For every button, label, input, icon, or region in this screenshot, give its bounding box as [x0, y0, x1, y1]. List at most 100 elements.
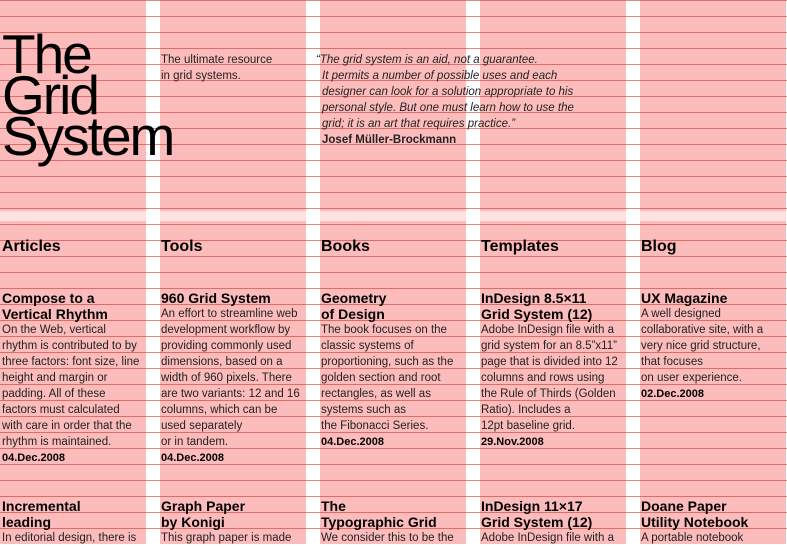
entry-title-line: UX Magazine	[641, 290, 728, 306]
section-title[interactable]: Articles	[2, 236, 152, 258]
entry-description: An effort to streamline web development w…	[161, 306, 311, 450]
entry-title-line: Graph Paper	[161, 498, 246, 514]
entry-title-link[interactable]: InDesign 8.5×11 Grid System (12)	[481, 290, 631, 322]
entry-text-line: golden section and root	[321, 372, 441, 384]
entry-title-line: by Konigi	[161, 514, 225, 530]
entry-text-line: columns, which can be	[161, 404, 278, 416]
entry-text-line: are two variants: 12 and 16	[161, 388, 300, 400]
tagline-line: in grid systems.	[161, 70, 241, 82]
quote-line: It permits a number of possible uses and…	[322, 70, 558, 82]
entry: 960 Grid System An effort to streamline w…	[161, 290, 311, 466]
entry-title-link[interactable]: 960 Grid System	[161, 290, 311, 306]
entry-text-line: providing commonly used	[161, 340, 292, 352]
entry-title-line: The	[321, 498, 346, 514]
entry: InDesign 11×17 Grid System (12) Adobe InDe…	[481, 498, 631, 546]
entry: Incremental leading In editorial design, t…	[2, 498, 152, 546]
entry: InDesign 8.5×11 Grid System (12) Adobe InD…	[481, 290, 631, 450]
entry-text-line: padding. All of these	[2, 388, 106, 400]
page-content: The Grid System The ultimate resource in…	[0, 0, 787, 545]
entry-text-line: used separately	[161, 420, 243, 432]
entry-text-line: with care in order that the	[2, 420, 132, 432]
entry: UX Magazine A well designed collaborative …	[641, 290, 787, 402]
site-logo[interactable]: The Grid System	[2, 27, 175, 164]
entry-text-line: development workflow by	[161, 324, 291, 336]
quote-author: Josef Müller-Brockmann	[322, 134, 457, 146]
entry-title-line: Grid System (12)	[481, 514, 593, 530]
entry-description: A well designed collaborative site, with …	[641, 306, 787, 386]
entry: Compose to a Vertical Rhythm On the Web, v…	[2, 290, 152, 466]
entry-text-line: rectangles, as well as	[321, 388, 431, 400]
entry-title-line: Incremental	[2, 498, 81, 514]
entry-title-link[interactable]: InDesign 11×17 Grid System (12)	[481, 498, 631, 530]
entry-date: 04.Dec.2008	[321, 436, 384, 448]
section-title[interactable]: Tools	[161, 236, 311, 258]
entry-title-line: leading	[2, 514, 52, 530]
entry-text-line: collaborative site, with a	[641, 324, 764, 336]
quote-line: grid; it is an art that requires practic…	[322, 118, 516, 130]
entry-title-line: Compose to a	[2, 290, 95, 306]
entry-text-line: 12pt baseline grid.	[481, 420, 575, 432]
section-title[interactable]: Templates	[481, 236, 631, 258]
entry-description: The book focuses on the classic systems o…	[321, 322, 471, 434]
entry-date: 04.Dec.2008	[161, 452, 224, 464]
entry-title-link[interactable]: Graph Paper by Konigi	[161, 498, 311, 530]
section-title[interactable]: Books	[321, 236, 471, 258]
entry-title-link[interactable]: UX Magazine	[641, 290, 787, 306]
entry-text-line: A well designed	[641, 308, 721, 320]
entry-date: 04.Dec.2008	[2, 452, 65, 464]
entry-text-line: width of 960 pixels. There	[161, 372, 292, 384]
tagline: The ultimate resource in grid systems.	[161, 52, 301, 84]
entry-text-line: on user experience.	[641, 372, 743, 384]
entry-text-line: that focuses	[641, 356, 704, 368]
entry-text-line: very nice grid structure,	[641, 340, 761, 352]
section-blog: Blog UX Magazine A well designed collabora…	[641, 236, 787, 544]
section-articles: Articles Compose to a Vertical Rhythm On t…	[2, 236, 152, 544]
entry-title-line: Vertical Rhythm	[2, 306, 108, 322]
entry-text-line: or in tandem.	[161, 436, 229, 448]
section-books: Books Geometry of Design The book focuses …	[321, 236, 471, 544]
quote-line: personal style. But one must learn how t…	[322, 102, 574, 114]
entry: Doane Paper Utility Notebook A portable no…	[641, 498, 787, 546]
entry-text-line: The book focuses on the	[321, 324, 447, 336]
entry-text-line: rhythm is contributed to by	[2, 340, 137, 352]
entry-text-line: proportioning, such as the	[321, 356, 454, 368]
entry-title-link[interactable]: Compose to a Vertical Rhythm	[2, 290, 152, 322]
entry-title-line: Doane Paper	[641, 498, 727, 514]
entry-text-line: height and margin or	[2, 372, 108, 384]
entry: Graph Paper by Konigi This graph paper is …	[161, 498, 311, 546]
section-templates: Templates InDesign 8.5×11 Grid System (12…	[481, 236, 631, 544]
quote-line: designer can look for a solution appropr…	[322, 86, 574, 98]
entry: The Typographic Grid We consider this to b…	[321, 498, 471, 546]
section-title[interactable]: Blog	[641, 236, 787, 258]
entry-title-line: 960 Grid System	[161, 290, 271, 306]
entry-title-line: of Design	[321, 306, 385, 322]
tagline-line: The ultimate resource	[161, 54, 273, 66]
entry-text-line: grid system for an 8.5”x11”	[481, 340, 617, 352]
entry-text-line: rhythm is maintained.	[2, 436, 112, 448]
entry-text-line: classic systems of	[321, 340, 414, 352]
entry-text-line: columns and rows using	[481, 372, 605, 384]
entry-title-line: Geometry	[321, 290, 387, 306]
entry-date: 02.Dec.2008	[641, 388, 704, 400]
entry-title-link[interactable]: Doane Paper Utility Notebook	[641, 498, 787, 530]
quote-line: “The grid system is an aid, not a guaran…	[316, 54, 538, 66]
entry-text-line: the Fibonacci Series.	[321, 420, 429, 432]
entry-text-line: factors must calculated	[2, 404, 120, 416]
section-tools: Tools 960 Grid System An effort to stream…	[161, 236, 311, 544]
entry-title-link[interactable]: Incremental leading	[2, 498, 152, 530]
entry-text-line: systems such as	[321, 404, 406, 416]
entry-description: On the Web, vertical rhythm is contribute…	[2, 322, 152, 450]
entry-date: 29.Nov.2008	[481, 436, 544, 448]
entry: Geometry of Design The book focuses on the…	[321, 290, 471, 450]
entry-title-link[interactable]: The Typographic Grid	[321, 498, 471, 530]
entry-title-link[interactable]: Geometry of Design	[321, 290, 471, 322]
entry-text-line: dimensions, based on a	[161, 356, 283, 368]
entry-text-line: Ratio). Includes a	[481, 404, 571, 416]
entry-description: Adobe InDesign file with a grid system fo…	[481, 322, 631, 434]
entry-text-line: the Rule of Thirds (Golden	[481, 388, 616, 400]
entry-title-line: Typographic Grid	[321, 514, 437, 530]
entry-title-line: Grid System (12)	[481, 306, 593, 322]
entry-text-line: Adobe InDesign file with a	[481, 324, 614, 336]
entry-text-line: three factors: font size, line	[2, 356, 140, 368]
entry-text-line: page that is divided into 12	[481, 356, 618, 368]
